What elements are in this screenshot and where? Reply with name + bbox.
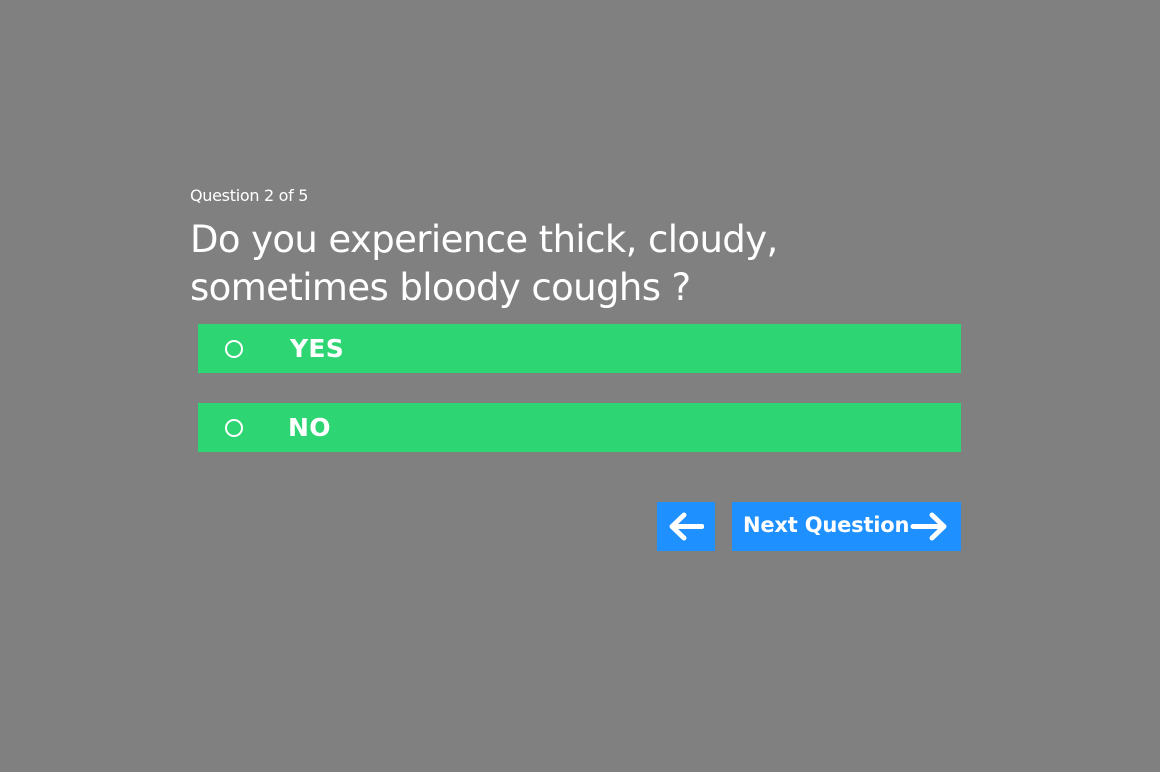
radio-unchecked-icon[interactable] [225, 419, 243, 437]
quiz-container: Question 2 of 5 Do you experience thick,… [0, 0, 1160, 772]
question-progress: Question 2 of 5 [190, 186, 309, 205]
next-question-label: Next Question [743, 513, 910, 537]
arrow-right-icon [910, 512, 947, 541]
answer-option-no[interactable]: NO [198, 403, 961, 452]
next-question-button[interactable]: Next Question [732, 502, 961, 551]
arrow-left-icon [669, 512, 704, 541]
answer-option-label: YES [290, 334, 345, 363]
answer-option-yes[interactable]: YES [198, 324, 961, 373]
answer-option-label: NO [288, 413, 331, 442]
radio-unchecked-icon[interactable] [225, 340, 243, 358]
question-text: Do you experience thick, cloudy, sometim… [190, 218, 778, 309]
previous-question-button[interactable] [657, 502, 715, 551]
